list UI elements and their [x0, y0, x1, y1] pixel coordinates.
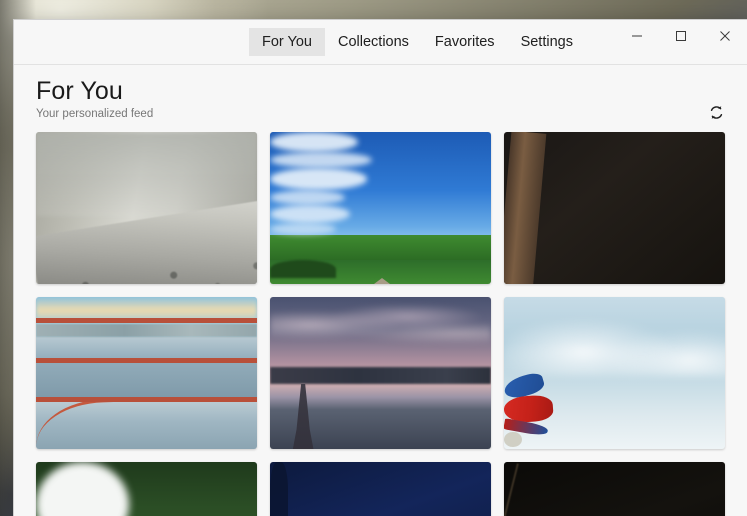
tab-collections[interactable]: Collections [325, 28, 422, 56]
feed-card-monkey[interactable] [504, 462, 725, 516]
page-title: For You [36, 77, 725, 105]
tab-collections-label: Collections [338, 34, 409, 50]
feed-card-bridge[interactable] [36, 297, 257, 449]
app-window: For You Collections Favorites Settings [14, 20, 747, 516]
feed-image-bridge [36, 297, 257, 449]
tab-favorites[interactable]: Favorites [422, 28, 508, 56]
page-header: For You Your personalized feed [14, 65, 747, 132]
feed-card-pyramid[interactable] [270, 132, 491, 284]
feed-image-birds [504, 297, 725, 449]
tab-for-you-label: For You [262, 34, 312, 50]
feed-card-koala[interactable] [504, 132, 725, 284]
feed-card-city[interactable] [270, 462, 491, 516]
feed-card-birds[interactable] [504, 297, 725, 449]
maximize-button[interactable] [659, 20, 703, 52]
tab-strip: For You Collections Favorites Settings [249, 28, 586, 56]
feed-card-puffin[interactable] [36, 132, 257, 284]
page-subtitle: Your personalized feed [36, 108, 725, 120]
feed-image-pyramid [270, 132, 491, 284]
feed-image-steam [36, 462, 257, 516]
minimize-button[interactable] [615, 20, 659, 52]
title-bar: For You Collections Favorites Settings [14, 20, 747, 65]
refresh-icon [708, 104, 725, 126]
close-icon [719, 30, 731, 42]
feed-grid [14, 132, 747, 516]
feed-image-koala [504, 132, 725, 284]
feed-image-monkey [504, 462, 725, 516]
feed-image-eiffel [270, 297, 491, 449]
tab-settings-label: Settings [521, 34, 573, 50]
feed-card-eiffel[interactable] [270, 297, 491, 449]
minimize-icon [631, 30, 643, 42]
feed-image-city [270, 462, 491, 516]
tab-favorites-label: Favorites [435, 34, 495, 50]
tab-for-you[interactable]: For You [249, 28, 325, 56]
feed-card-steam[interactable] [36, 462, 257, 516]
desktop: For You Collections Favorites Settings [0, 0, 747, 516]
refresh-button[interactable] [703, 102, 729, 128]
maximize-icon [675, 30, 687, 42]
feed-image-puffin [36, 132, 257, 284]
tab-settings[interactable]: Settings [508, 28, 586, 56]
close-button[interactable] [703, 20, 747, 52]
window-controls [615, 20, 747, 52]
